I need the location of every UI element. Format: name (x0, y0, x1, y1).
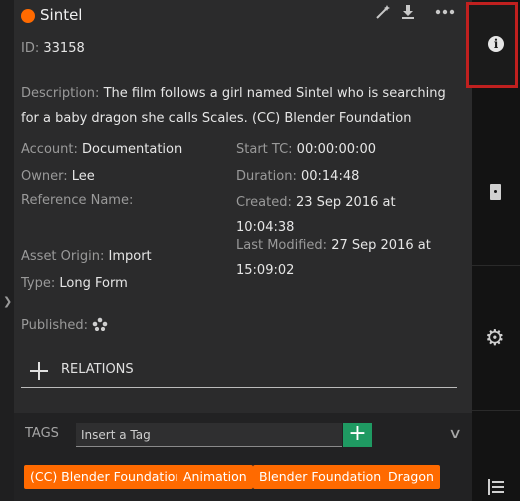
tags-label: TAGS (25, 426, 59, 441)
download-icon[interactable] (400, 4, 416, 24)
list-icon[interactable] (487, 479, 505, 499)
tag-chip[interactable]: Blender Foundation (253, 465, 388, 489)
id-label: ID: (21, 41, 40, 56)
duration-field: Duration: 00:14:48 (236, 164, 359, 189)
status-indicator (21, 9, 35, 23)
account-value: Documentation (82, 142, 183, 157)
expand-left-icon[interactable]: ❯ (3, 295, 12, 308)
created-label: Created: (236, 195, 292, 210)
reference-name-field: Reference Name: (21, 188, 133, 213)
drive-icon[interactable] (490, 184, 501, 200)
relations-divider (21, 387, 457, 388)
start-tc-value: 00:00:00:00 (296, 142, 376, 157)
type-value: Long Form (59, 276, 128, 291)
reference-name-label: Reference Name: (21, 193, 134, 208)
last-modified-label: Last Modified: (236, 238, 328, 253)
asset-origin-field: Asset Origin: Import (21, 244, 152, 269)
published-status-icon (92, 317, 108, 333)
last-modified-date: 27 Sep 2016 at (331, 238, 431, 253)
magic-wand-icon[interactable] (375, 4, 391, 24)
type-field: Type: Long Form (21, 271, 128, 296)
sidebar-divider (472, 265, 520, 266)
owner-field: Owner: Lee (21, 164, 95, 189)
type-label: Type: (21, 276, 56, 291)
tag-chip[interactable]: (CC) Blender Foundation (24, 465, 190, 489)
more-icon[interactable] (435, 4, 455, 24)
sidebar-divider (472, 410, 520, 411)
duration-label: Duration: (236, 169, 297, 184)
chevron-down-icon[interactable]: ∨ (448, 426, 462, 442)
add-relation-icon[interactable] (28, 360, 50, 382)
asset-origin-value: Import (108, 249, 152, 264)
last-modified-time: 15:09:02 (236, 263, 295, 278)
description-label: Description: (21, 86, 100, 101)
id-value: 33158 (43, 41, 85, 56)
add-tag-button[interactable]: + (343, 423, 372, 447)
left-gutter (0, 0, 15, 501)
start-tc-label: Start TC: (236, 142, 293, 157)
account-label: Account: (21, 142, 78, 157)
owner-value: Lee (71, 169, 95, 184)
tag-input[interactable] (76, 423, 342, 447)
asset-title: Sintel (40, 6, 83, 24)
owner-label: Owner: (21, 169, 68, 184)
gear-icon[interactable]: ⚙ (485, 328, 505, 350)
start-tc-field: Start TC: 00:00:00:00 (236, 137, 376, 162)
account-field: Account: Documentation (21, 137, 182, 162)
created-date: 23 Sep 2016 at (295, 195, 396, 210)
last-modified-field: Last Modified: 27 Sep 2016 at 15:09:02 (236, 233, 431, 283)
asset-id: ID: 33158 (21, 41, 85, 56)
asset-description: Description: The film follows a girl nam… (21, 81, 451, 131)
published-field: Published: (21, 313, 108, 338)
info-icon[interactable]: i (488, 36, 504, 52)
tag-chip[interactable]: Animation (177, 465, 253, 489)
asset-origin-label: Asset Origin: (21, 249, 105, 264)
duration-value: 00:14:48 (300, 169, 360, 184)
relations-toggle[interactable]: RELATIONS (61, 362, 134, 377)
published-label: Published: (21, 318, 88, 333)
tag-chip[interactable]: Dragon (382, 465, 440, 489)
